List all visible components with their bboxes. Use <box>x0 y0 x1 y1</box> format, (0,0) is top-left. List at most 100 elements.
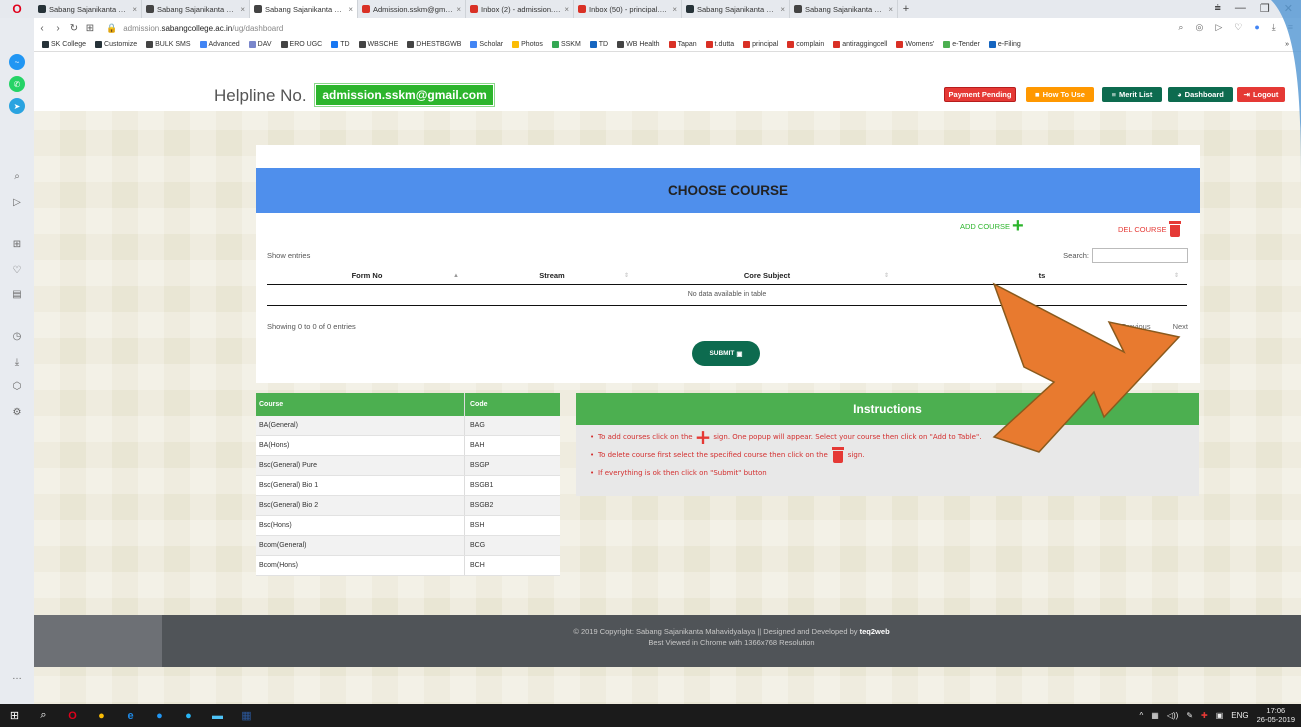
app-tray-icon[interactable]: ✚ <box>1201 711 1208 720</box>
windows-start-icon[interactable]: ⊞ <box>0 704 29 727</box>
helpline-email[interactable]: admission.sskm@gmail.com <box>314 83 495 107</box>
speed-dial-icon[interactable]: ⊞ <box>9 236 25 252</box>
history-icon[interactable]: ◷ <box>9 328 25 344</box>
flow-icon[interactable]: ▷ <box>9 194 25 210</box>
extensions-icon[interactable]: ⬡ <box>9 378 25 394</box>
lock-icon[interactable]: 🔒 <box>106 23 117 34</box>
add-course-button[interactable]: ADD COURSE + <box>960 216 1024 236</box>
col-form-no[interactable]: Form No ▲ <box>267 267 467 285</box>
easy-setup-icon[interactable]: ⩧ <box>1214 2 1220 15</box>
heart-icon[interactable]: ♡ <box>9 262 25 278</box>
close-tab-icon[interactable]: × <box>240 5 245 14</box>
reload-button[interactable]: ↻ <box>66 23 82 34</box>
browser-tab[interactable]: Inbox (2) - admission.sskm× <box>466 0 574 18</box>
close-tab-icon[interactable]: × <box>780 5 785 14</box>
clock[interactable]: 17:06 26-05-2019 <box>1257 706 1295 724</box>
close-tab-icon[interactable]: × <box>672 5 677 14</box>
close-tab-icon[interactable]: × <box>456 5 461 14</box>
bookmarks-more-button[interactable]: » <box>1285 41 1289 48</box>
bookmark-item[interactable]: TD <box>589 41 608 48</box>
more-icon[interactable]: … <box>9 668 25 684</box>
url-field[interactable]: admission.sabangcollege.ac.in/ug/dashboa… <box>123 24 283 33</box>
new-tab-button[interactable]: + <box>898 3 914 15</box>
forward-button[interactable]: › <box>50 23 66 34</box>
minimize-button[interactable]: — <box>1235 2 1246 15</box>
payment-pending-button[interactable]: Payment Pending <box>944 87 1016 102</box>
bookmark-item[interactable]: DAV <box>248 41 272 48</box>
close-tab-icon[interactable]: × <box>888 5 893 14</box>
dashboard-button[interactable]: ◕ Dashboard <box>1168 87 1233 102</box>
back-button[interactable]: ‹ <box>34 23 50 34</box>
firefox-icon[interactable]: ● <box>145 704 174 727</box>
edge-icon[interactable]: e <box>116 704 145 727</box>
news-icon[interactable]: ▤ <box>9 286 25 302</box>
search-icon[interactable]: ⌕ <box>1178 22 1183 33</box>
settings-icon[interactable]: ⚙ <box>9 404 25 420</box>
word-icon[interactable]: ▦ <box>232 704 261 727</box>
browser-tab[interactable]: Sabang Sajanikanta Maha × <box>682 0 790 18</box>
search-icon[interactable]: ⌕ <box>29 704 58 727</box>
developer-link[interactable]: teq2web <box>860 627 890 636</box>
browser-tab[interactable]: Sabang Sajanikanta Maha × <box>34 0 142 18</box>
bookmark-item[interactable]: Womens' <box>896 41 934 48</box>
opera-logo-icon[interactable]: O <box>0 0 34 18</box>
bookmark-item[interactable]: WB Health <box>617 41 660 48</box>
account-icon[interactable]: ● <box>1254 22 1259 33</box>
bookmark-item[interactable]: SK College <box>42 41 86 48</box>
plus-icon[interactable]: + <box>1012 216 1024 236</box>
bookmark-item[interactable]: principal <box>743 41 778 48</box>
col-subjects[interactable]: ts ⇕ <box>897 267 1187 285</box>
close-tab-icon[interactable]: × <box>348 5 353 14</box>
chevron-up-icon[interactable]: ^ <box>1140 711 1144 720</box>
bookmark-item[interactable]: t.dutta <box>705 41 734 48</box>
browser-tab[interactable]: Sabang Sajanikanta Maha × <box>142 0 250 18</box>
bookmark-item[interactable]: Tapan <box>668 41 697 48</box>
bookmark-item[interactable]: complain <box>787 41 824 48</box>
app-icon[interactable]: ● <box>174 704 203 727</box>
col-stream[interactable]: Stream ⇕ <box>467 267 637 285</box>
messenger-icon[interactable]: ~ <box>9 54 25 70</box>
merit-list-button[interactable]: ≡ Merit List <box>1102 87 1162 102</box>
volume-icon[interactable]: ◁)) <box>1167 711 1178 720</box>
bookmark-item[interactable]: SSKM <box>551 41 581 48</box>
close-tab-icon[interactable]: × <box>564 5 569 14</box>
menu-icon[interactable]: ≡ <box>1288 22 1293 33</box>
opera-icon[interactable]: O <box>58 704 87 727</box>
browser-tab[interactable]: Sabang Sajanikanta Maha × <box>250 0 358 18</box>
browser-tab[interactable]: Admission.sskm@gmail.co× <box>358 0 466 18</box>
bookmark-item[interactable]: Scholar <box>470 41 503 48</box>
submit-button[interactable]: SUBMIT ▣ <box>692 341 760 366</box>
download-icon[interactable]: ⤓ <box>1272 22 1276 33</box>
downloads-icon[interactable]: ⤓ <box>9 354 25 370</box>
search-icon[interactable]: ⌕ <box>9 168 25 184</box>
bookmark-item[interactable]: Advanced <box>199 41 240 48</box>
whatsapp-icon[interactable]: ✆ <box>9 76 25 92</box>
trash-icon[interactable] <box>1169 221 1182 237</box>
maximize-button[interactable]: ❐ <box>1260 2 1270 15</box>
bookmark-item[interactable]: e-Tender <box>943 41 980 48</box>
language-indicator[interactable]: ENG <box>1231 711 1248 720</box>
col-core-subject[interactable]: Core Subject ⇕ <box>637 267 897 285</box>
close-tab-icon[interactable]: × <box>132 5 137 14</box>
flow-icon[interactable]: ▷ <box>1215 22 1222 33</box>
telegram-icon[interactable]: ➤ <box>9 98 25 114</box>
next-button[interactable]: Next <box>1173 322 1188 331</box>
photos-icon[interactable]: ▬ <box>203 704 232 727</box>
pen-icon[interactable]: ✎ <box>1186 711 1193 720</box>
bookmark-item[interactable]: TD <box>331 41 350 48</box>
camera-icon[interactable]: ◎ <box>1195 22 1203 33</box>
keyboard-icon[interactable]: ▣ <box>1216 711 1224 720</box>
browser-tab[interactable]: Sabang Sajanikanta Maha × <box>790 0 898 18</box>
del-course-button[interactable]: DEL COURSE <box>1118 221 1182 237</box>
bookmark-item[interactable]: DHESTBGWB <box>407 41 461 48</box>
search-input[interactable] <box>1092 248 1188 263</box>
bookmark-item[interactable]: WBSCHE <box>358 41 398 48</box>
bookmark-item[interactable]: ERO UGC <box>280 41 322 48</box>
heart-icon[interactable]: ♡ <box>1234 22 1242 33</box>
logout-button[interactable]: ⇥ Logout <box>1237 87 1285 102</box>
previous-button[interactable]: Previous <box>1121 322 1150 331</box>
how-to-use-button[interactable]: ■ How To Use <box>1026 87 1094 102</box>
speed-dial-icon[interactable]: ⊞ <box>82 23 98 34</box>
bookmark-item[interactable]: Photos <box>512 41 543 48</box>
bookmark-item[interactable]: Customize <box>95 41 137 48</box>
